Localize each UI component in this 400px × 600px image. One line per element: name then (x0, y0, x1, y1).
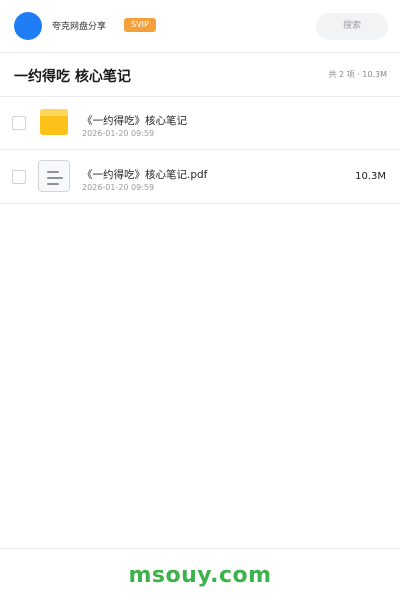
username: 夸克网盘分享 (52, 22, 107, 32)
folder-icon (40, 109, 68, 135)
row-checkbox[interactable] (12, 170, 26, 184)
document-icon (38, 160, 70, 192)
footer: msouy.com (0, 548, 400, 600)
file-name[interactable]: 《一约得吃》核心笔记 (82, 113, 187, 128)
user-avatar[interactable] (14, 12, 42, 40)
folder-meta: 共 2 项 · 10.3M (328, 70, 387, 79)
search-button[interactable]: 搜索 (316, 13, 388, 40)
file-row[interactable]: 《一约得吃》核心笔记.pdf 2026-01-20 09:59 10.3M (0, 150, 400, 204)
top-header: 夸克网盘分享 SVIP 搜索 (0, 0, 400, 53)
file-date: 2026-01-20 09:59 (82, 183, 155, 192)
file-date: 2026-01-20 09:59 (82, 129, 155, 138)
folder-title: 一约得吃 核心笔记 (14, 69, 131, 85)
file-row[interactable]: 《一约得吃》核心笔记 2026-01-20 09:59 (0, 96, 400, 150)
svip-badge: SVIP (124, 18, 156, 32)
folder-title-bar: 一约得吃 核心笔记 共 2 项 · 10.3M (0, 53, 400, 97)
file-name[interactable]: 《一约得吃》核心笔记.pdf (82, 167, 207, 182)
row-checkbox[interactable] (12, 116, 26, 130)
site-watermark: msouy.com (128, 563, 272, 588)
file-size: 10.3M (355, 171, 386, 182)
